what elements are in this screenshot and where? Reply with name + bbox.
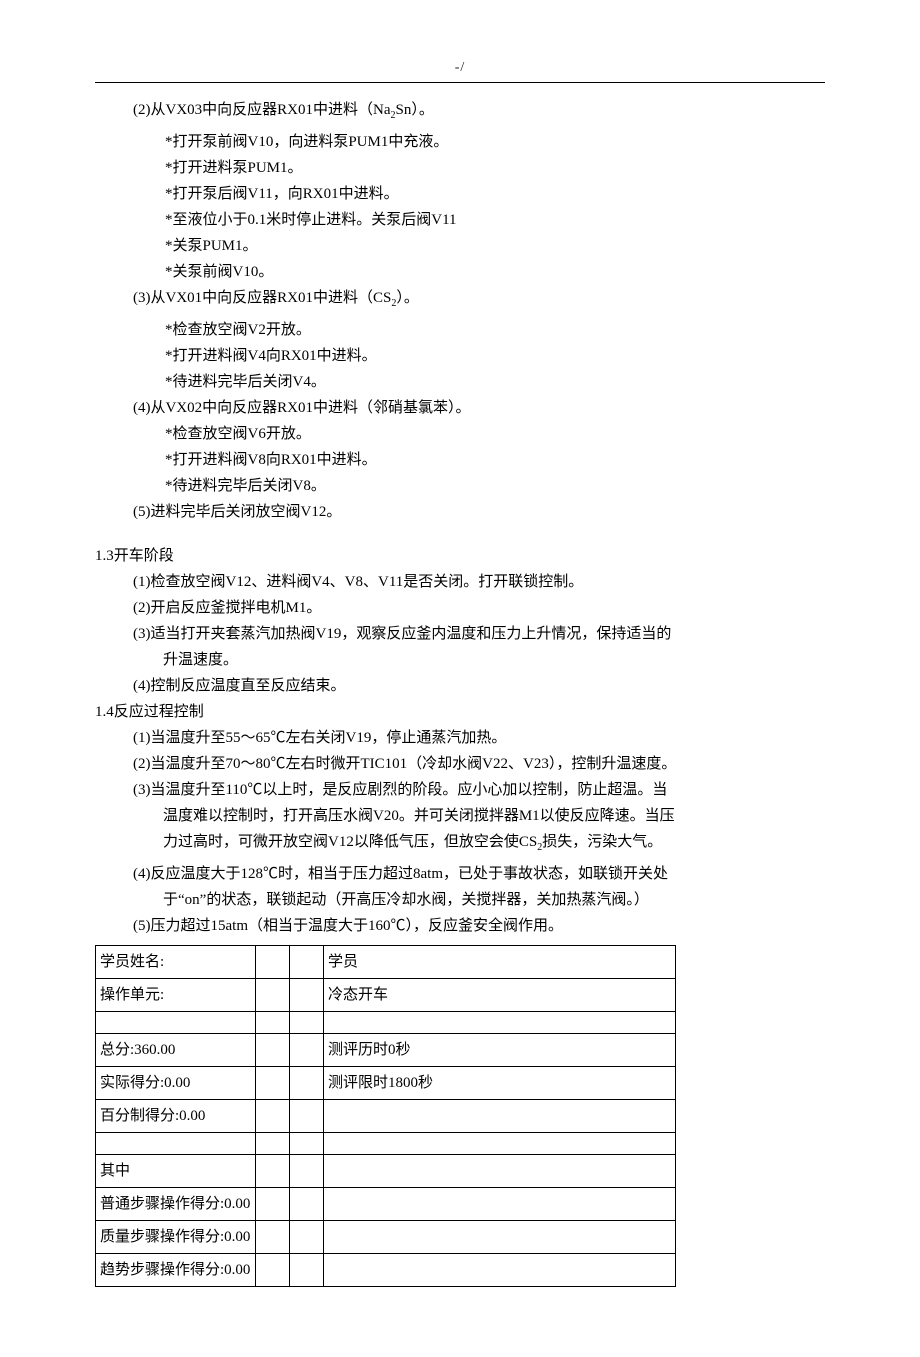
cell-blank — [324, 1155, 676, 1188]
hanging-indent: 于“on”的状态，联锁起动（开高压冷却水阀，关搅拌器，关加热蒸汽阀。） — [133, 892, 649, 908]
section-1-3-item: (3)适当打开夹套蒸汽加热阀V19，观察反应釜内温度和压力上升情况，保持适当的 … — [95, 621, 825, 673]
section-1-3-item: (1)检查放空阀V12、进料阀V4、V8、V11是否关闭。打开联锁控制。 — [95, 569, 825, 595]
table-row: 操作单元: 冷态开车 — [96, 979, 676, 1012]
step-4-title: (4)从VX02中向反应器RX01中进料（邻硝基氯苯）。 — [95, 395, 825, 421]
cell-trend-step-score: 趋势步骤操作得分:0.00 — [96, 1254, 256, 1287]
section-1-4-item: (1)当温度升至55～65℃左右关闭V19，停止通蒸汽加热。 — [95, 725, 825, 751]
step-3-item: *打开进料阀V4向RX01中进料。 — [95, 343, 825, 369]
cell-quality-step-score: 质量步骤操作得分:0.00 — [96, 1221, 256, 1254]
step-2-item: *打开泵前阀V10，向进料泵PUM1中充液。 — [95, 129, 825, 155]
step-2-item: *关泵前阀V10。 — [95, 259, 825, 285]
cell-blank — [256, 1254, 290, 1287]
step-2-title: (2)从VX03中向反应器RX01中进料（Na2Sn）。 — [95, 97, 825, 129]
step-2-item: *至液位小于0.1米时停止进料。关泵后阀V11 — [95, 207, 825, 233]
cell-blank — [256, 1012, 290, 1034]
section-1-4-item: (5)压力超过15atm（相当于温度大于160℃），反应釜安全阀作用。 — [95, 913, 825, 939]
hanging-indent: 力过高时，可微开放空阀V12以降低气压，但放空会使CS — [133, 834, 537, 850]
cell-actual-score: 实际得分:0.00 — [96, 1067, 256, 1100]
text-run: (2)从VX03中向反应器RX01中进料（Na — [133, 102, 390, 118]
cell-blank — [256, 1221, 290, 1254]
score-table: 学员姓名: 学员 操作单元: 冷态开车 总分:360.00 — [95, 945, 676, 1287]
cell-blank — [256, 1034, 290, 1067]
page-header-mark: -/ — [95, 60, 825, 83]
cell-total-score: 总分:360.00 — [96, 1034, 256, 1067]
table-row: 普通步骤操作得分:0.00 — [96, 1188, 676, 1221]
cell-blank — [96, 1012, 256, 1034]
cell-blank — [290, 1155, 324, 1188]
cell-blank — [324, 1133, 676, 1155]
cell-blank — [96, 1133, 256, 1155]
table-row: 学员姓名: 学员 — [96, 946, 676, 979]
cell-student-value: 学员 — [324, 946, 676, 979]
step-3-title: (3)从VX01中向反应器RX01中进料（CS2）。 — [95, 285, 825, 317]
table-row: 质量步骤操作得分:0.00 — [96, 1221, 676, 1254]
cell-elapsed-time: 测评历时0秒 — [324, 1034, 676, 1067]
table-row: 实际得分:0.00 测评限时1800秒 — [96, 1067, 676, 1100]
cell-blank — [290, 979, 324, 1012]
cell-blank — [324, 1254, 676, 1287]
cell-normal-step-score: 普通步骤操作得分:0.00 — [96, 1188, 256, 1221]
table-row: 其中 — [96, 1155, 676, 1188]
hanging-indent: 温度难以控制时，打开高压水阀V20。并可关闭搅拌器M1以使反应降速。当压 — [133, 808, 675, 824]
table-row: 百分制得分:0.00 — [96, 1100, 676, 1133]
step-3-item: *待进料完毕后关闭V4。 — [95, 369, 825, 395]
cell-blank — [290, 1133, 324, 1155]
section-1-4-item: (4)反应温度大于128℃时，相当于压力超过8atm，已处于事故状态，如联锁开关… — [95, 861, 825, 913]
section-1-4-item: (3)当温度升至110℃以上时，是反应剧烈的阶段。应小心加以控制，防止超温。当 … — [95, 777, 825, 861]
cell-blank — [324, 1100, 676, 1133]
cell-blank — [256, 979, 290, 1012]
cell-time-limit: 测评限时1800秒 — [324, 1067, 676, 1100]
text-run: (3)适当打开夹套蒸汽加热阀V19，观察反应釜内温度和压力上升情况，保持适当的 — [133, 626, 671, 642]
cell-blank — [290, 1221, 324, 1254]
text-run: (3)从VX01中向反应器RX01中进料（CS — [133, 290, 391, 306]
section-1-3-title: 1.3开车阶段 — [95, 543, 825, 569]
section-1-4-title: 1.4反应过程控制 — [95, 699, 825, 725]
cell-blank — [324, 1188, 676, 1221]
cell-unit-value: 冷态开车 — [324, 979, 676, 1012]
section-1-3-item: (4)控制反应温度直至反应结束。 — [95, 673, 825, 699]
step-3-item: *检查放空阀V2开放。 — [95, 317, 825, 343]
table-row — [96, 1133, 676, 1155]
text-run: ）。 — [396, 290, 419, 306]
cell-blank — [290, 1100, 324, 1133]
cell-percent-score: 百分制得分:0.00 — [96, 1100, 256, 1133]
cell-blank — [256, 946, 290, 979]
cell-blank — [290, 1067, 324, 1100]
section-1-4-item: (2)当温度升至70～80℃左右时微开TIC101（冷却水阀V22、V23），控… — [95, 751, 825, 777]
text-run: (4)反应温度大于128℃时，相当于压力超过8atm，已处于事故状态，如联锁开关… — [133, 866, 668, 882]
step-2-item: *打开进料泵PUM1。 — [95, 155, 825, 181]
table-row: 趋势步骤操作得分:0.00 — [96, 1254, 676, 1287]
step-2-item: *打开泵后阀V11，向RX01中进料。 — [95, 181, 825, 207]
section-1-3-item: (2)开启反应釜搅拌电机M1。 — [95, 595, 825, 621]
cell-blank — [256, 1133, 290, 1155]
cell-blank — [290, 946, 324, 979]
cell-unit-label: 操作单元: — [96, 979, 256, 1012]
cell-blank — [324, 1221, 676, 1254]
step-4-item: *待进料完毕后关闭V8。 — [95, 473, 825, 499]
hanging-indent: 升温速度。 — [133, 652, 238, 668]
document-page: -/ (2)从VX03中向反应器RX01中进料（Na2Sn）。 *打开泵前阀V1… — [0, 0, 920, 1357]
step-4-item: *打开进料阀V8向RX01中进料。 — [95, 447, 825, 473]
cell-blank — [290, 1254, 324, 1287]
text-run: 损失，污染大气。 — [542, 834, 662, 850]
step-2-item: *关泵PUM1。 — [95, 233, 825, 259]
text-run: (3)当温度升至110℃以上时，是反应剧烈的阶段。应小心加以控制，防止超温。当 — [133, 782, 667, 798]
cell-blank — [324, 1012, 676, 1034]
cell-blank — [290, 1034, 324, 1067]
cell-blank — [256, 1067, 290, 1100]
cell-blank — [290, 1188, 324, 1221]
document-body: (2)从VX03中向反应器RX01中进料（Na2Sn）。 *打开泵前阀V10，向… — [95, 97, 825, 1287]
cell-blank — [290, 1012, 324, 1034]
text-run: Sn）。 — [395, 102, 433, 118]
cell-student-name-label: 学员姓名: — [96, 946, 256, 979]
cell-blank — [256, 1100, 290, 1133]
spacer — [95, 525, 825, 543]
cell-blank — [256, 1188, 290, 1221]
step-4-item: *检查放空阀V6开放。 — [95, 421, 825, 447]
step-5-title: (5)进料完毕后关闭放空阀V12。 — [95, 499, 825, 525]
table-row: 总分:360.00 测评历时0秒 — [96, 1034, 676, 1067]
cell-blank — [256, 1155, 290, 1188]
table-row — [96, 1012, 676, 1034]
cell-breakdown-label: 其中 — [96, 1155, 256, 1188]
